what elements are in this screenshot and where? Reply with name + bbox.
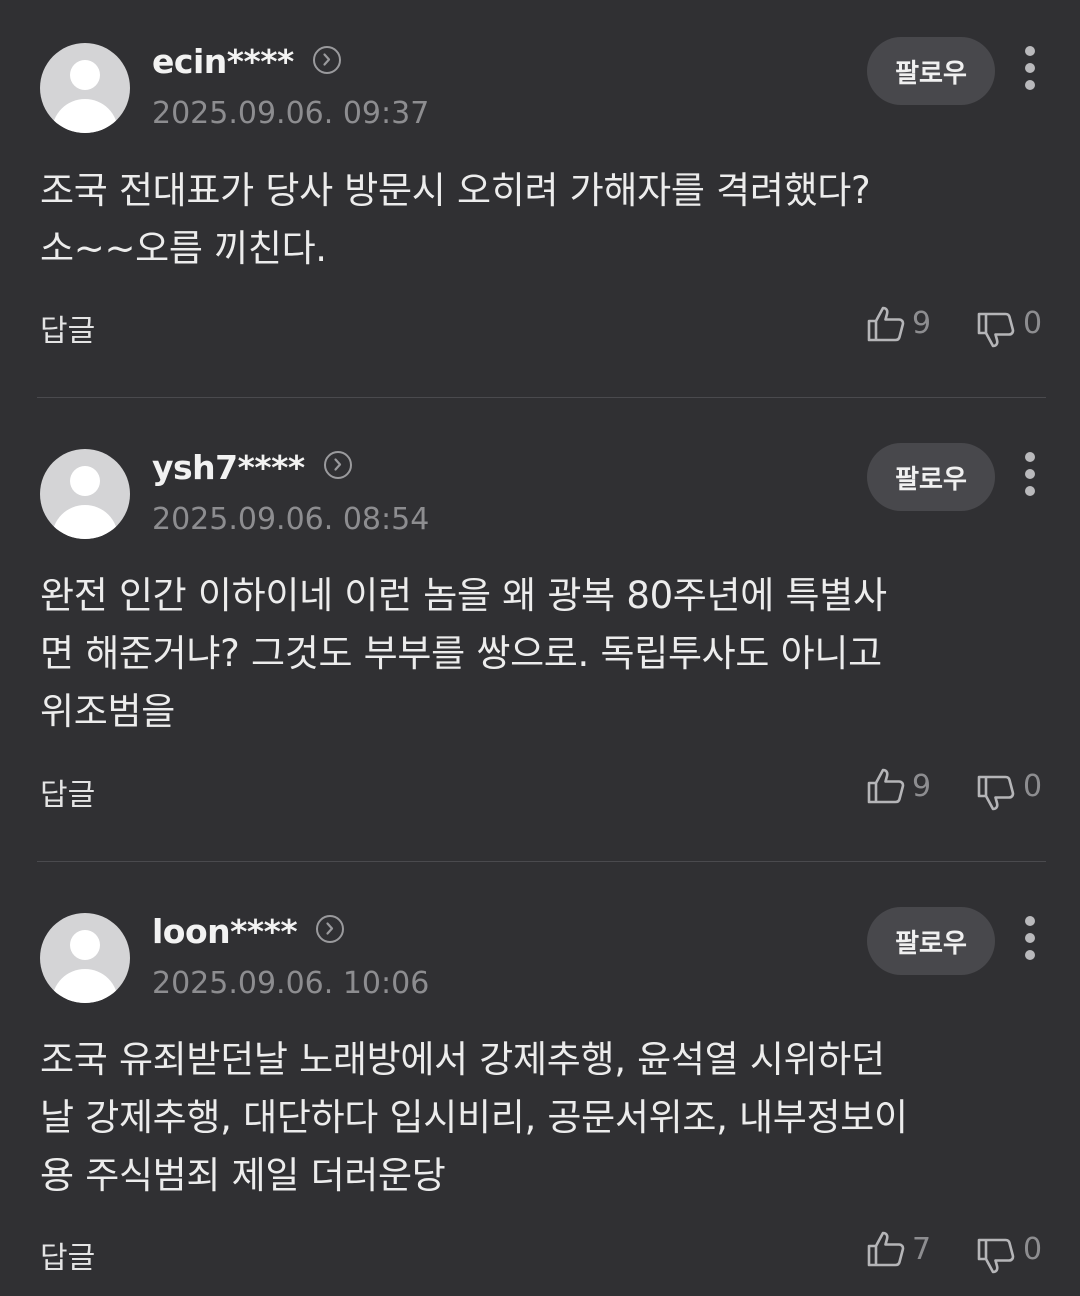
comment-item: ysh7**** 2025.09.06. 08:54 팔로우 완전 인간 이하이… (0, 397, 1080, 861)
avatar[interactable] (40, 913, 130, 1003)
comment-item: loon**** 2025.09.06. 10:06 팔로우 조국 유죄받던날 … (0, 861, 1080, 1296)
avatar[interactable] (40, 449, 130, 539)
chevron-right-icon[interactable] (316, 915, 344, 943)
thumbs-up-icon[interactable] (866, 1229, 906, 1269)
reply-button[interactable]: 답글 (40, 1233, 95, 1277)
thumbs-down-icon[interactable] (976, 773, 1016, 813)
comment-text: 조국 유죄받던날 노래방에서 강제추행, 윤석열 시위하던 날 강제추행, 대단… (40, 1038, 908, 1197)
username[interactable]: loon**** (152, 912, 298, 951)
more-options-icon[interactable] (1018, 450, 1042, 498)
username[interactable]: ysh7**** (152, 448, 305, 487)
dislike-count: 0 (1023, 769, 1043, 804)
more-options-icon[interactable] (1018, 44, 1042, 92)
chevron-right-icon[interactable] (313, 46, 341, 74)
reply-button[interactable]: 답글 (40, 770, 95, 814)
timestamp: 2025.09.06. 09:37 (152, 96, 430, 131)
timestamp: 2025.09.06. 08:54 (152, 502, 430, 537)
more-options-icon[interactable] (1018, 914, 1042, 962)
like-count: 9 (912, 306, 932, 341)
follow-button[interactable]: 팔로우 (867, 907, 995, 975)
username[interactable]: ecin**** (152, 42, 294, 81)
comment-text: 조국 전대표가 당사 방문시 오히려 가해자를 격려했다? 소~~오름 끼친다. (40, 169, 871, 270)
like-count: 9 (912, 769, 932, 804)
comment-text: 완전 인간 이하이네 이런 놈을 왜 광복 80주년에 특별사 면 해준거냐? … (40, 574, 887, 733)
dislike-count: 0 (1023, 1232, 1043, 1267)
comment-item: ecin**** 2025.09.06. 09:37 팔로우 조국 전대표가 당… (0, 0, 1080, 397)
timestamp: 2025.09.06. 10:06 (152, 966, 430, 1001)
thumbs-down-icon[interactable] (976, 1236, 1016, 1276)
dislike-count: 0 (1023, 306, 1043, 341)
thumbs-down-icon[interactable] (976, 310, 1016, 350)
follow-button[interactable]: 팔로우 (867, 443, 995, 511)
chevron-right-icon[interactable] (324, 451, 352, 479)
thumbs-up-icon[interactable] (866, 304, 906, 344)
thumbs-up-icon[interactable] (866, 766, 906, 806)
follow-button[interactable]: 팔로우 (867, 37, 995, 105)
like-count: 7 (912, 1232, 932, 1267)
reply-button[interactable]: 답글 (40, 306, 95, 350)
avatar[interactable] (40, 43, 130, 133)
